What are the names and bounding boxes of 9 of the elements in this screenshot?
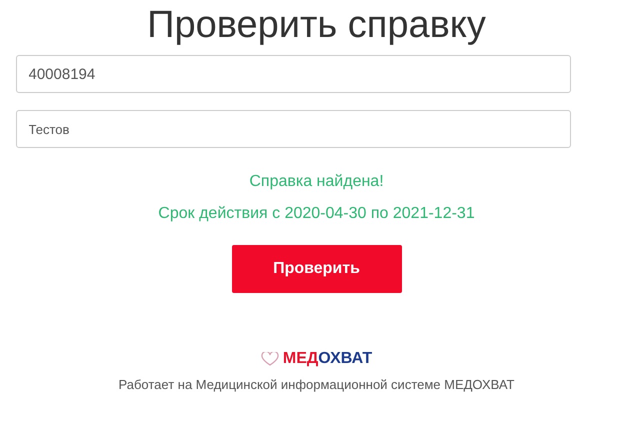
footer-text: Работает на Медицинской информационной системе МЕДОХВАТ [118, 376, 514, 394]
check-button[interactable]: Проверить [232, 245, 402, 293]
validity-message: Срок действия с 2020-04-30 по 2021-12-31 [158, 204, 475, 224]
page-title: Проверить справку [147, 3, 486, 48]
status-message: Справка найдена! [249, 172, 384, 192]
input-field[interactable]: Тестов [16, 110, 570, 148]
input-field[interactable]: 40008194 [16, 55, 570, 93]
logo: МЕДОХВАТ [282, 349, 372, 369]
heart-icon [260, 352, 279, 366]
